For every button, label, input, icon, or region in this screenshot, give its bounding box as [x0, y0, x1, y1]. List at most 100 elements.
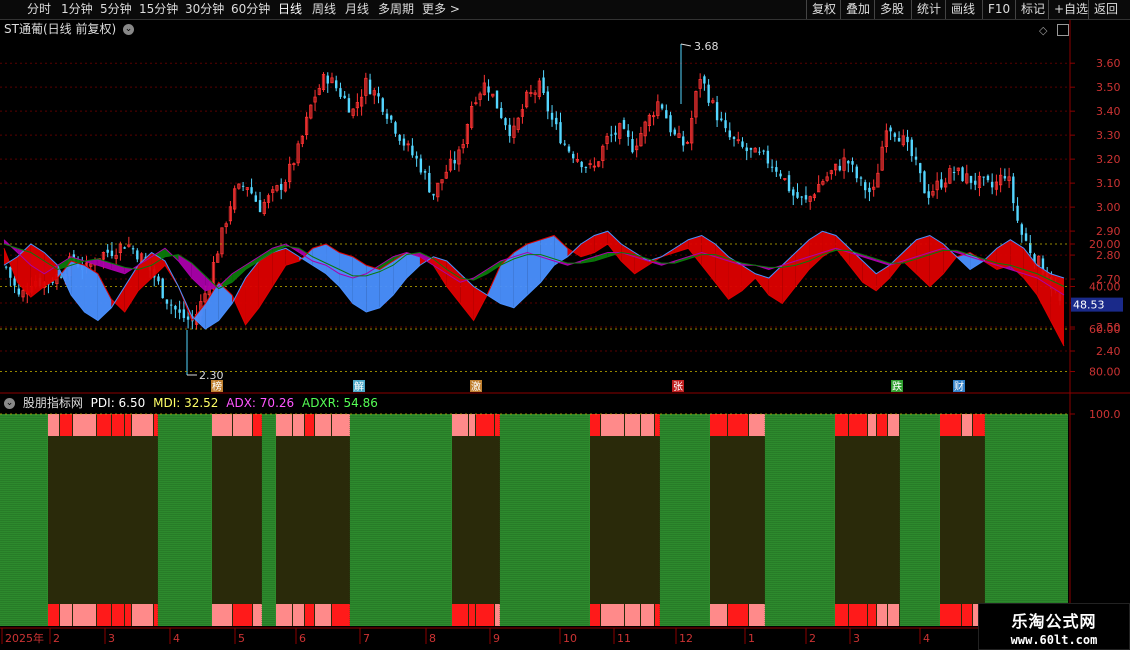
- candle-body: [495, 90, 499, 109]
- indicator-name[interactable]: 股朋指标网: [23, 396, 83, 410]
- time-tick-label: 2: [53, 632, 60, 645]
- candle-body: [572, 153, 575, 159]
- event-marker-label: 激: [471, 380, 481, 393]
- price-tick-label: 2.80: [1096, 249, 1121, 262]
- candle-body: [250, 187, 253, 194]
- time-tick-label: 3: [853, 632, 860, 645]
- signal-block-bottom: [125, 604, 131, 626]
- signal-block-top: [293, 414, 304, 436]
- mdi-ribbon-segment: [71, 261, 85, 312]
- candle-body: [504, 118, 507, 126]
- candle-body: [241, 185, 245, 187]
- candle-body: [174, 305, 177, 310]
- candle-body: [377, 93, 380, 97]
- candle-body: [682, 136, 685, 146]
- adx-value: ADX: 70.26: [226, 396, 295, 410]
- pdi-ribbon-segment: [232, 278, 246, 325]
- candle-body: [859, 177, 863, 179]
- candle-body: [563, 143, 566, 145]
- candle-body: [415, 155, 418, 159]
- price-tick-label: 3.30: [1096, 129, 1121, 142]
- time-tick-label: 6: [299, 632, 306, 645]
- signal-block-top: [849, 414, 867, 436]
- trend-band-neutral: [212, 414, 262, 626]
- candle-body: [622, 120, 626, 129]
- panel-toggle-icon[interactable]: [1057, 24, 1069, 36]
- trend-band-neutral: [940, 414, 985, 626]
- adx-ribbon-segment: [97, 258, 112, 270]
- candle-body: [335, 80, 338, 89]
- chevron-down-icon[interactable]: ⌄: [122, 24, 134, 35]
- diamond-icon[interactable]: ◇: [1039, 24, 1047, 37]
- signal-block-bottom: [749, 604, 765, 626]
- time-tick-label: 7: [363, 632, 370, 645]
- signal-block-bottom: [315, 604, 331, 626]
- candle-body: [279, 184, 283, 190]
- signal-block-top: [315, 414, 331, 436]
- candle-body: [914, 156, 918, 160]
- candle-body: [500, 107, 503, 118]
- signal-block-top: [590, 414, 600, 436]
- high-pointer: [680, 43, 692, 47]
- candle-body: [432, 193, 435, 196]
- signal-block-top: [476, 414, 494, 436]
- signal-block-top: [132, 414, 153, 436]
- signal-block-top: [749, 414, 765, 436]
- candle-body: [4, 266, 8, 268]
- chevron-down-icon[interactable]: ⌄: [4, 398, 15, 409]
- candle-body: [728, 130, 731, 138]
- candle-body: [1012, 176, 1015, 204]
- signal-block-top: [253, 414, 262, 436]
- candle-body: [580, 161, 583, 168]
- mdi-ribbon-segment: [339, 252, 353, 304]
- current-value-label: 48.53: [1073, 299, 1105, 312]
- mdi-ribbon-segment: [352, 256, 367, 312]
- time-tick-label: 2025年: [5, 631, 44, 645]
- candle-body: [990, 181, 994, 188]
- candle-body: [542, 77, 545, 93]
- price-tick-label: 2.40: [1096, 345, 1121, 358]
- candle-body: [1020, 224, 1023, 235]
- candle-body: [508, 124, 511, 137]
- watermark-line1: 乐淘公式网: [1011, 612, 1097, 631]
- event-marker-label: 跌: [892, 380, 902, 393]
- trend-band-green: [765, 414, 835, 626]
- candle-body: [969, 175, 973, 183]
- signal-block-top: [940, 414, 961, 436]
- signal-block-bottom: [233, 604, 252, 626]
- candle-body: [766, 150, 770, 164]
- candle-body: [847, 161, 850, 164]
- candle-body: [940, 179, 943, 188]
- candle-body: [1024, 233, 1028, 241]
- candle-body: [394, 122, 397, 134]
- candle-body: [897, 137, 901, 142]
- pdi-ribbon-segment: [272, 248, 286, 287]
- candle-body: [986, 175, 990, 181]
- signal-block-bottom: [112, 604, 124, 626]
- signal-block-bottom: [253, 604, 262, 626]
- pdi-ribbon-segment: [433, 256, 447, 287]
- candle-body: [707, 84, 710, 103]
- price-tick-label: 3.40: [1096, 105, 1121, 118]
- pdi-ribbon-segment: [902, 239, 917, 274]
- pdi-ribbon-segment: [258, 252, 273, 308]
- trend-band-green: [985, 414, 1068, 626]
- candle-body: [627, 130, 630, 137]
- candle-body: [584, 167, 588, 169]
- candle-body: [631, 139, 634, 153]
- candle-body: [161, 278, 164, 299]
- pdi-value: PDI: 6.50: [90, 396, 146, 410]
- candle-body: [567, 146, 571, 152]
- candle-body: [123, 247, 126, 249]
- signal-block-bottom: [868, 604, 876, 626]
- candle-body: [555, 117, 558, 125]
- signal-block-top: [48, 414, 59, 436]
- signal-block-bottom: [888, 604, 899, 626]
- candle-body: [893, 133, 897, 137]
- signal-block-top: [655, 414, 660, 436]
- candle-body: [919, 163, 922, 174]
- candle-body: [923, 171, 926, 194]
- kline-chart[interactable]: 3.682.30 3.60 3.50 3.40 3.30 3.20 3.10 3.00 2.9…: [0, 0, 1130, 650]
- price-tick-label: 3.60: [1096, 57, 1121, 70]
- indicator-tick-label: 60.00: [1089, 323, 1121, 336]
